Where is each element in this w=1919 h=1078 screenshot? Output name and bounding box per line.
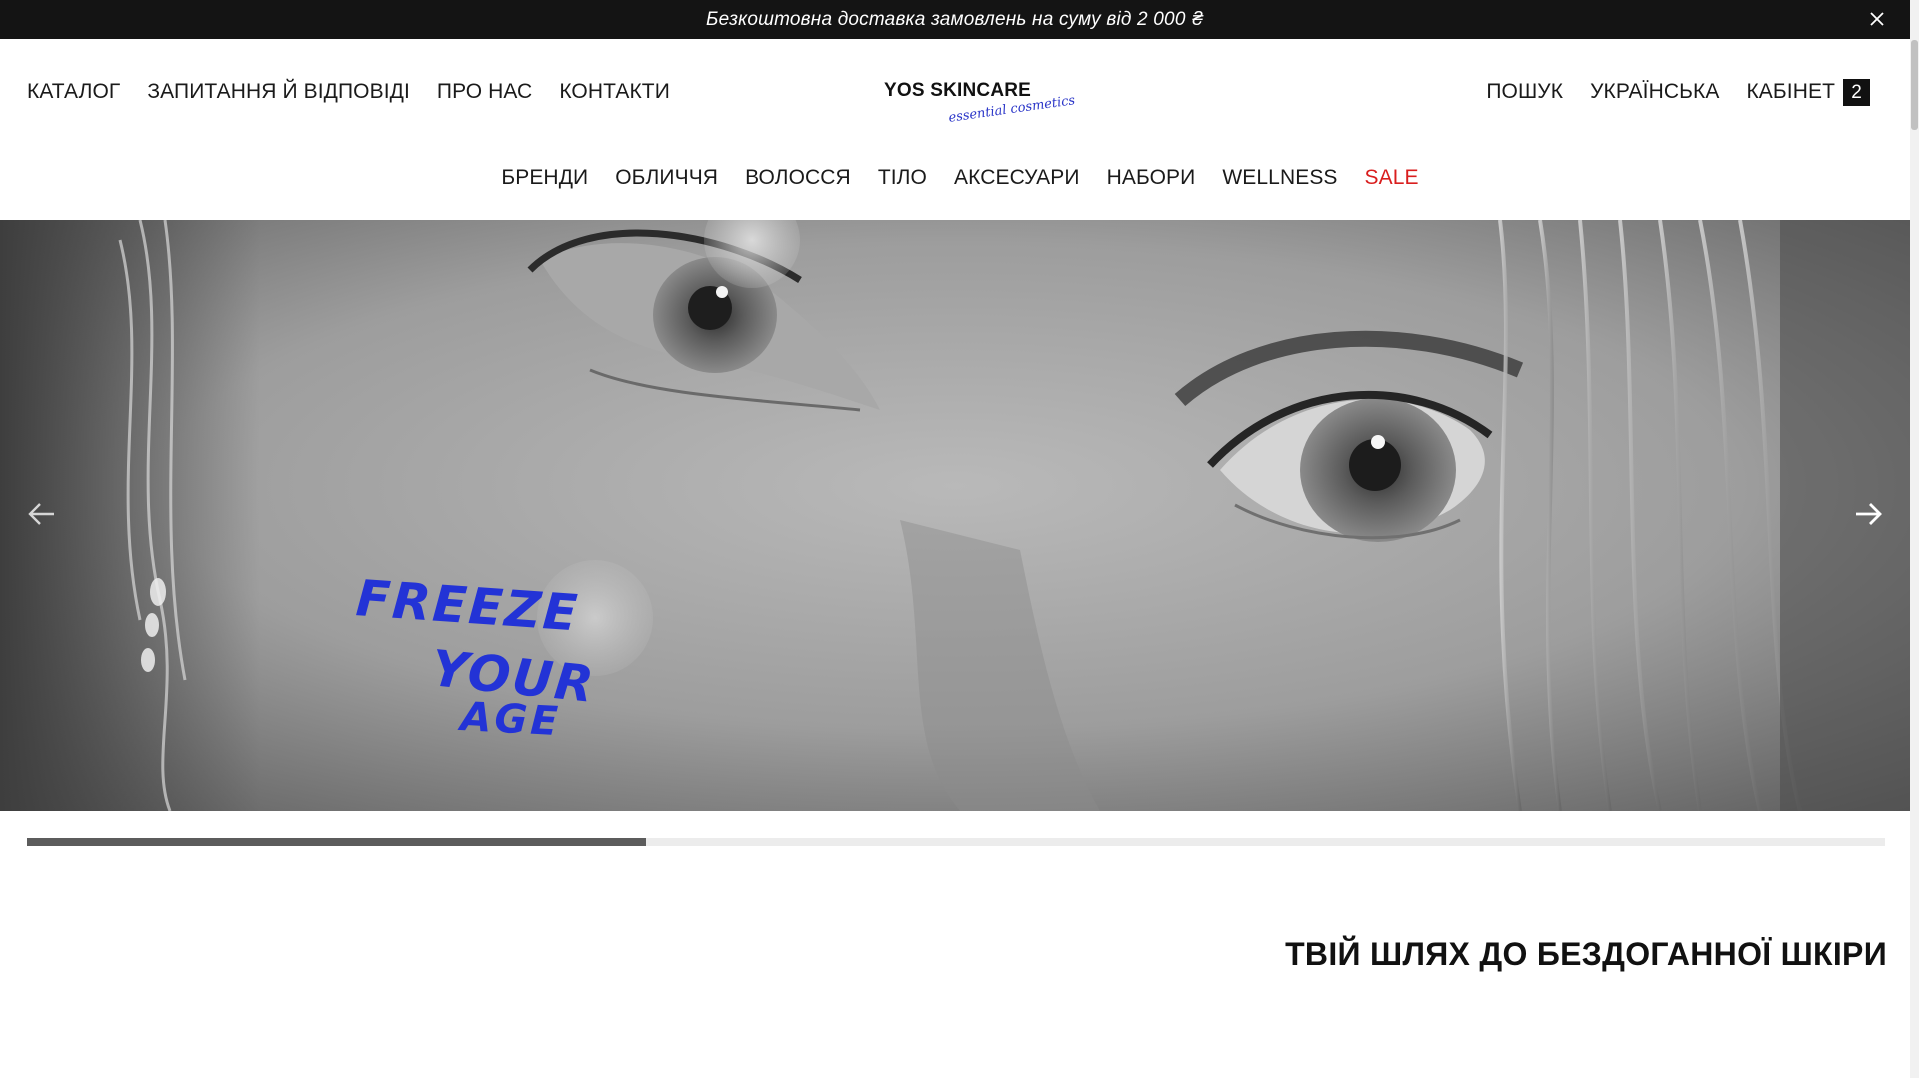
site-logo[interactable]: YOS SKINCARE essential cosmetics bbox=[884, 80, 1076, 126]
hero-slider[interactable]: FREEZE YOUR AGE bbox=[0, 220, 1910, 811]
nav-search[interactable]: ПОШУК bbox=[1486, 80, 1563, 104]
category-accessories[interactable]: АКСЕСУАРИ bbox=[954, 166, 1080, 190]
category-wellness[interactable]: WELLNESS bbox=[1222, 166, 1337, 190]
scrollbar[interactable] bbox=[1910, 0, 1919, 1078]
category-face[interactable]: ОБЛИЧЧЯ bbox=[615, 166, 718, 190]
section-title: ТВІЙ ШЛЯХ ДО БЕЗДОГАННОЇ ШКІРИ bbox=[1285, 936, 1887, 972]
category-body[interactable]: ТІЛО bbox=[878, 166, 927, 190]
page: Безкоштовна доставка замовлень на суму в… bbox=[0, 0, 1919, 1078]
close-icon[interactable] bbox=[1869, 11, 1885, 27]
main-nav-right: ПОШУК УКРАЇНСЬКА КАБІНЕТ bbox=[1486, 80, 1835, 104]
announcement-bar: Безкоштовна доставка замовлень на суму в… bbox=[0, 0, 1910, 39]
slider-progress bbox=[27, 838, 1885, 846]
arrow-left-icon[interactable] bbox=[24, 496, 60, 532]
site-header: КАТАЛОГ ЗАПИТАННЯ Й ВІДПОВІДІ ПРО НАС КО… bbox=[0, 39, 1910, 220]
category-sale[interactable]: SALE bbox=[1365, 166, 1419, 190]
category-sets[interactable]: НАБОРИ bbox=[1107, 166, 1196, 190]
hero-image: FREEZE YOUR AGE bbox=[0, 220, 1910, 811]
nav-language[interactable]: УКРАЇНСЬКА bbox=[1590, 80, 1719, 104]
category-nav: БРЕНДИ ОБЛИЧЧЯ ВОЛОССЯ ТІЛО АКСЕСУАРИ НА… bbox=[0, 166, 1910, 190]
cart-button[interactable]: 2 bbox=[1843, 79, 1870, 106]
scrollbar-thumb[interactable] bbox=[1911, 40, 1918, 130]
hero-overlay-line-3: AGE bbox=[456, 694, 561, 745]
nav-contacts[interactable]: КОНТАКТИ bbox=[559, 80, 670, 104]
nav-about[interactable]: ПРО НАС bbox=[437, 80, 532, 104]
logo-title: YOS SKINCARE bbox=[884, 80, 1032, 101]
slider-progress-fill bbox=[27, 838, 646, 846]
main-nav-left: КАТАЛОГ ЗАПИТАННЯ Й ВІДПОВІДІ ПРО НАС КО… bbox=[27, 80, 670, 104]
category-hair[interactable]: ВОЛОССЯ bbox=[745, 166, 851, 190]
nav-faq[interactable]: ЗАПИТАННЯ Й ВІДПОВІДІ bbox=[147, 80, 410, 104]
announcement-text: Безкоштовна доставка замовлень на суму в… bbox=[706, 8, 1204, 30]
category-brands[interactable]: БРЕНДИ bbox=[501, 166, 588, 190]
arrow-right-icon[interactable] bbox=[1850, 496, 1886, 532]
nav-account[interactable]: КАБІНЕТ bbox=[1746, 80, 1835, 104]
nav-catalog[interactable]: КАТАЛОГ bbox=[27, 80, 120, 104]
